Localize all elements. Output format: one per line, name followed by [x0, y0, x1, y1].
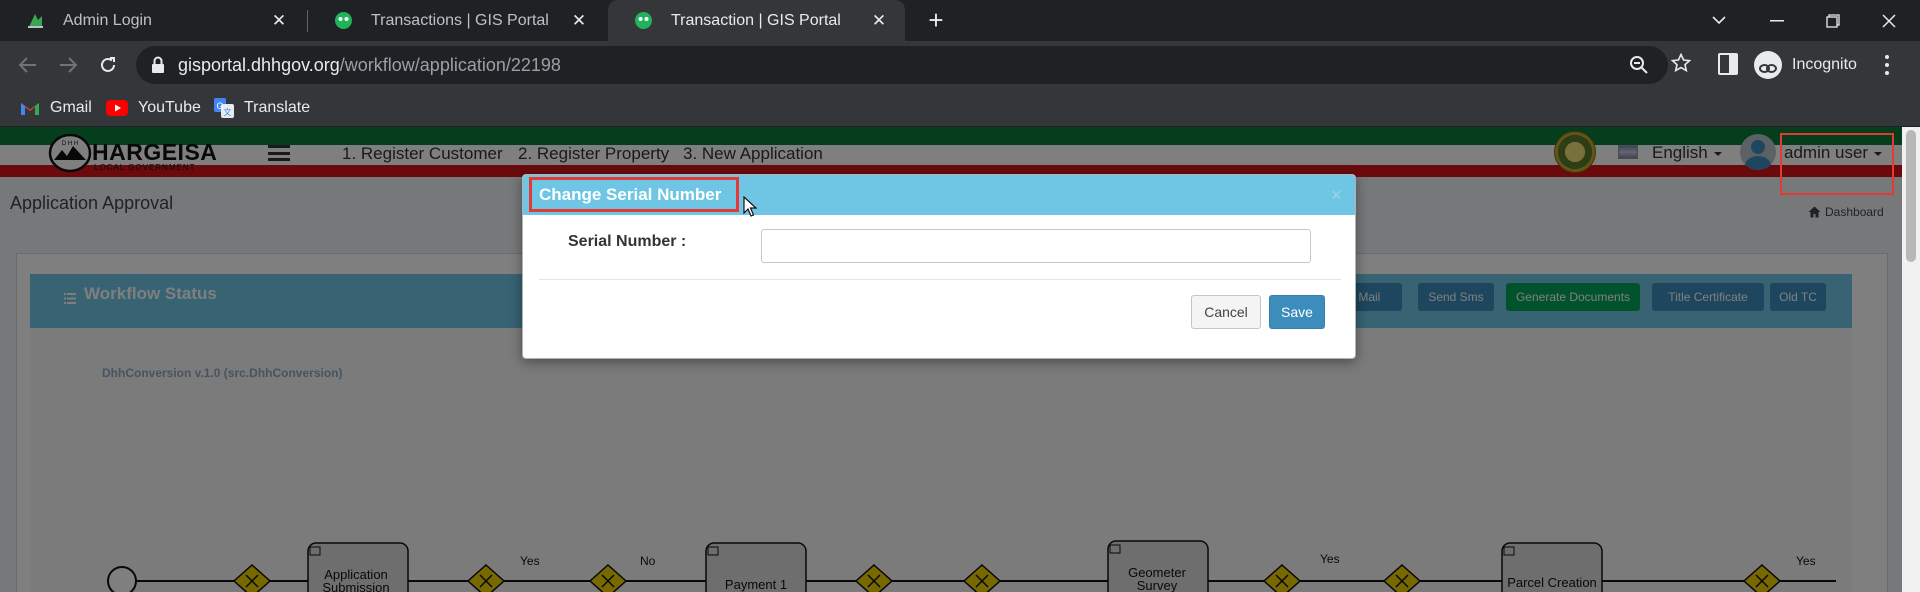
admin-login-favicon-icon	[26, 11, 45, 30]
url-text[interactable]: gisportal.dhhgov.org/workflow/applicatio…	[178, 55, 561, 76]
browser-toolbar: gisportal.dhhgov.org/workflow/applicatio…	[0, 41, 1920, 89]
reload-icon[interactable]	[94, 51, 122, 79]
incognito-label: Incognito	[1792, 56, 1857, 73]
change-serial-number-modal: Change Serial Number × Serial Number : C…	[522, 174, 1356, 359]
user-menu-highlight-box	[1780, 133, 1894, 195]
mouse-cursor-icon	[743, 196, 757, 217]
cancel-button[interactable]: Cancel	[1191, 295, 1261, 329]
tab-title: Transactions | GIS Portal	[371, 11, 549, 29]
bookmark-label: Translate	[244, 99, 311, 116]
bookmark-star-icon[interactable]	[1670, 52, 1692, 74]
modal-title-highlight-box	[529, 177, 739, 212]
new-tab-icon[interactable]: +	[922, 7, 950, 35]
tab-title: Admin Login	[63, 11, 152, 29]
zoom-out-icon[interactable]	[1628, 54, 1650, 76]
youtube-icon	[106, 100, 128, 116]
tab-search-chevron-icon[interactable]	[1696, 0, 1742, 41]
page-scrollbar-thumb[interactable]	[1906, 130, 1916, 262]
serial-number-input[interactable]	[761, 229, 1311, 263]
close-tab-icon[interactable]: ✕	[267, 9, 291, 33]
side-panel-icon[interactable]	[1718, 53, 1738, 75]
translate-icon: G文	[214, 98, 234, 118]
gis-portal-favicon-icon	[334, 11, 353, 30]
url-host: gisportal.dhhgov.org	[178, 55, 340, 75]
close-tab-icon[interactable]: ✕	[567, 9, 591, 33]
close-tab-icon[interactable]: ✕	[867, 9, 891, 33]
modal-header: Change Serial Number ×	[523, 175, 1355, 215]
lock-icon[interactable]	[150, 56, 166, 74]
browser-menu-icon[interactable]	[1884, 55, 1890, 75]
gis-portal-favicon-icon	[634, 11, 653, 30]
restore-icon[interactable]	[1810, 0, 1856, 41]
bookmark-label: Gmail	[50, 99, 92, 116]
tab-transactions[interactable]: Transactions | GIS Portal ✕	[308, 0, 605, 41]
bookmark-translate[interactable]: G文 Translate	[214, 95, 310, 121]
tab-admin-login[interactable]: Admin Login ✕	[0, 0, 305, 41]
url-path: /workflow/application/22198	[339, 55, 561, 75]
svg-text:文: 文	[224, 107, 232, 117]
tab-title: Transaction | GIS Portal	[671, 11, 841, 29]
save-button[interactable]: Save	[1269, 295, 1325, 329]
bookmark-youtube[interactable]: YouTube	[106, 95, 201, 121]
gmail-icon	[20, 101, 40, 116]
incognito-profile-button[interactable]: Incognito	[1754, 48, 1857, 82]
modal-footer-divider	[539, 279, 1341, 280]
serial-number-label: Serial Number :	[568, 233, 687, 250]
bookmarks-bar: Gmail YouTube G文 Translate	[0, 89, 1920, 127]
forward-arrow-icon[interactable]	[54, 51, 82, 79]
svg-text:G: G	[216, 101, 223, 111]
close-window-icon[interactable]	[1866, 0, 1912, 41]
bookmark-label: YouTube	[138, 99, 201, 116]
close-modal-icon[interactable]: ×	[1331, 185, 1342, 206]
address-bar[interactable]: gisportal.dhhgov.org/workflow/applicatio…	[136, 46, 1668, 84]
tab-transaction-active[interactable]: Transaction | GIS Portal ✕	[608, 0, 905, 41]
bookmark-gmail[interactable]: Gmail	[20, 95, 92, 121]
incognito-icon	[1754, 51, 1782, 79]
browser-tab-strip: Admin Login ✕ Transactions | GIS Portal …	[0, 0, 1920, 41]
minimize-icon[interactable]	[1754, 0, 1800, 41]
back-arrow-icon[interactable]	[14, 51, 42, 79]
